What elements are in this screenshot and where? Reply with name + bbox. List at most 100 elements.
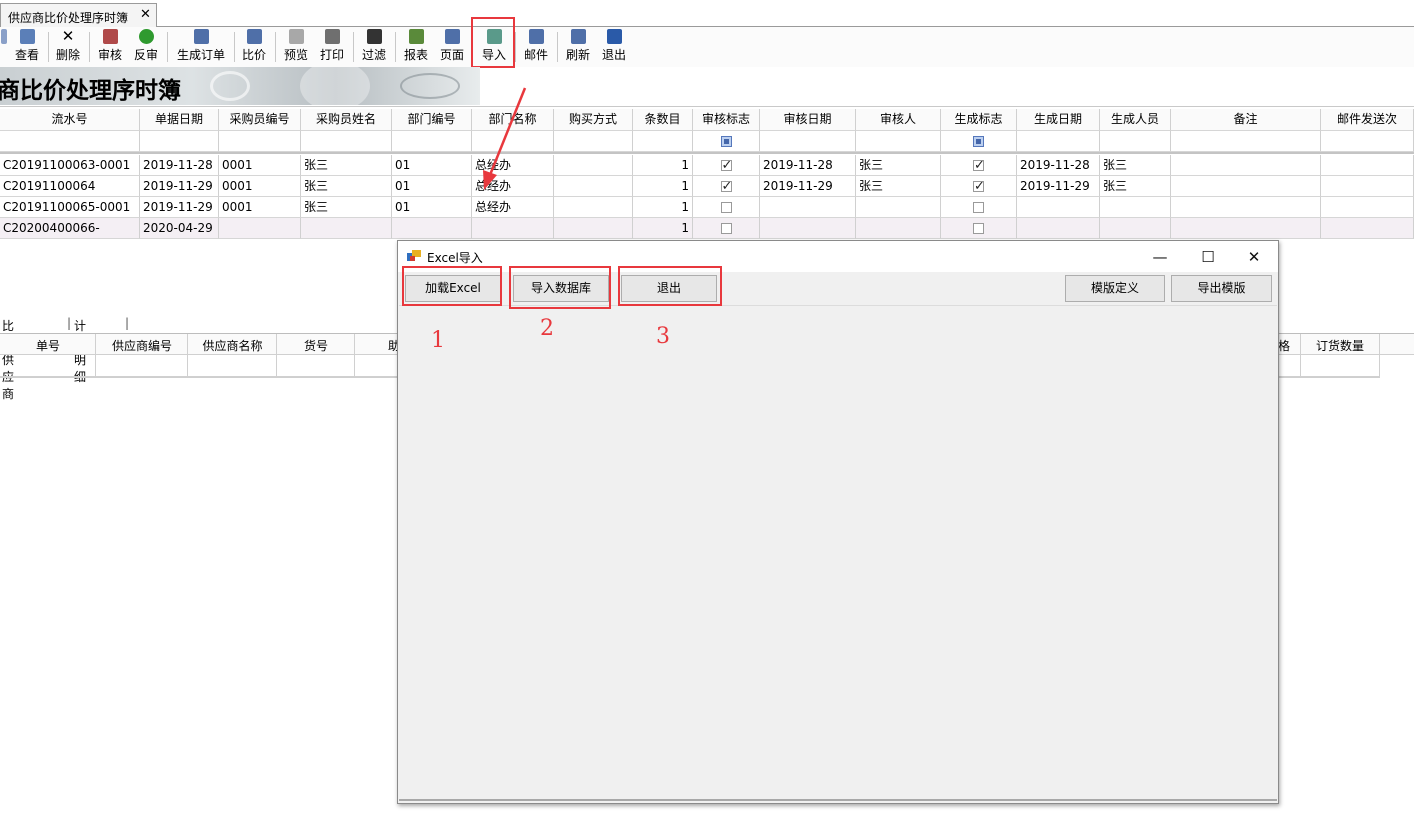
table-cell[interactable]: 总经办 — [472, 176, 554, 197]
column-header[interactable]: 订货数量 — [1301, 337, 1379, 354]
column-header[interactable]: 供应商名称 — [188, 337, 277, 354]
filter-cell[interactable] — [693, 131, 760, 152]
table-cell[interactable]: 张三 — [1100, 176, 1171, 197]
column-header[interactable]: 购买方式 — [554, 109, 633, 131]
table-cell[interactable] — [392, 218, 472, 239]
unaudit-button[interactable]: 反审 — [131, 29, 161, 65]
table-cell[interactable]: 张三 — [301, 197, 392, 218]
close-icon[interactable]: ✕ — [1239, 246, 1269, 268]
table-cell[interactable]: 张三 — [301, 155, 392, 176]
page-button[interactable]: 页面 — [437, 29, 467, 65]
checkbox-cell[interactable] — [693, 176, 760, 197]
table-cell[interactable]: 总经办 — [472, 155, 554, 176]
table-cell[interactable] — [1017, 218, 1100, 239]
checkbox-cell[interactable] — [941, 218, 1017, 239]
table-cell[interactable] — [1171, 155, 1321, 176]
table-cell[interactable]: C20191100064 — [0, 176, 140, 197]
table-cell[interactable] — [1171, 197, 1321, 218]
table-cell[interactable]: 张三 — [856, 155, 941, 176]
preview-button[interactable]: 预览 — [281, 29, 311, 65]
generated-checkbox[interactable] — [973, 156, 985, 175]
table-cell[interactable] — [856, 218, 941, 239]
table-cell[interactable]: 0001 — [219, 197, 301, 218]
table-cell[interactable] — [1100, 197, 1171, 218]
report-button[interactable]: 报表 — [401, 29, 431, 65]
template-define-button[interactable]: 模版定义 — [1065, 275, 1165, 302]
table-cell[interactable] — [1321, 155, 1414, 176]
audit-button[interactable]: 审核 — [95, 29, 125, 65]
column-header[interactable]: 审核日期 — [760, 109, 856, 131]
column-header[interactable]: 单号 — [0, 337, 96, 354]
grid-header-row[interactable]: 流水号 单据日期 采购员编号 采购员姓名 部门编号 部门名称 购买方式 条数目 审核标志 审核日期… — [0, 109, 1414, 131]
table-cell[interactable] — [1100, 218, 1171, 239]
filter-cell[interactable] — [554, 131, 633, 152]
exit-button[interactable]: 退出 — [599, 29, 629, 65]
filter-cell[interactable] — [140, 131, 219, 152]
table-cell[interactable]: 0001 — [219, 155, 301, 176]
column-header[interactable]: 条数目 — [633, 109, 693, 131]
filter-cell[interactable] — [1321, 131, 1414, 152]
column-header[interactable]: 邮件发送次 — [1321, 109, 1414, 131]
column-header[interactable]: 供应商编号 — [96, 337, 188, 354]
table-cell[interactable]: C20200400066- — [0, 218, 140, 239]
table-cell[interactable] — [472, 218, 554, 239]
filter-cell[interactable] — [856, 131, 941, 152]
filter-cell[interactable] — [633, 131, 693, 152]
table-cell[interactable]: 总经办 — [472, 197, 554, 218]
maximize-icon[interactable]: ☐ — [1193, 246, 1223, 268]
column-header[interactable]: 格 — [1278, 337, 1300, 354]
tab-supplier-price-comparison[interactable]: 供应商比价处理序时簿 ✕ — [0, 3, 157, 27]
column-header[interactable]: 生成标志 — [941, 109, 1017, 131]
checkbox-cell[interactable] — [693, 197, 760, 218]
checkbox-cell[interactable] — [693, 155, 760, 176]
view-button[interactable]: 查看 — [12, 29, 42, 65]
table-cell[interactable] — [219, 218, 301, 239]
filter-cell[interactable] — [760, 131, 856, 152]
audit-checkbox[interactable] — [720, 202, 732, 213]
compare-price-button[interactable]: 比价 — [239, 29, 269, 65]
table-cell[interactable]: 0001 — [219, 176, 301, 197]
table-cell[interactable]: C20191100065-0001 — [0, 197, 140, 218]
filter-cell[interactable] — [0, 131, 140, 152]
generate-order-button[interactable]: 生成订单 — [173, 29, 229, 65]
checkbox-cell[interactable] — [693, 218, 760, 239]
filter-cell[interactable] — [1171, 131, 1321, 152]
column-header[interactable]: 货号 — [277, 337, 355, 354]
table-cell[interactable] — [1017, 197, 1100, 218]
column-header[interactable]: 流水号 — [0, 109, 140, 131]
column-header[interactable]: 生成人员 — [1100, 109, 1171, 131]
column-header[interactable]: 部门编号 — [392, 109, 472, 131]
filter-cell[interactable] — [1100, 131, 1171, 152]
filter-cell[interactable] — [941, 131, 1017, 152]
checkbox-cell[interactable] — [941, 155, 1017, 176]
filter-button[interactable]: 过滤 — [359, 29, 389, 65]
table-row[interactable]: C20200400066- 2020-04-29 1 — [0, 218, 1414, 239]
table-row[interactable]: C20191100065-0001 2019-11-29 0001 张三 01 总经办 1 — [0, 197, 1414, 218]
table-cell[interactable] — [554, 218, 633, 239]
table-cell[interactable] — [1321, 197, 1414, 218]
table-cell[interactable] — [1171, 176, 1321, 197]
table-cell[interactable] — [554, 176, 633, 197]
table-cell[interactable]: 2019-11-29 — [1017, 176, 1100, 197]
generated-checkbox[interactable] — [973, 223, 984, 234]
delete-button[interactable]: ✕ 删除 — [53, 29, 83, 65]
table-cell[interactable]: 2019-11-28 — [140, 155, 219, 176]
audit-checkbox[interactable] — [720, 177, 732, 196]
table-cell[interactable]: 1 — [633, 218, 693, 239]
column-header[interactable]: 备注 — [1171, 109, 1321, 131]
table-cell[interactable] — [554, 197, 633, 218]
table-cell[interactable]: 2019-11-29 — [140, 197, 219, 218]
table-cell[interactable]: 2019-11-28 — [1017, 155, 1100, 176]
column-header[interactable]: 部门名称 — [472, 109, 554, 131]
table-cell[interactable] — [554, 155, 633, 176]
column-header[interactable]: 审核标志 — [693, 109, 760, 131]
table-cell[interactable]: 张三 — [1100, 155, 1171, 176]
table-cell[interactable]: 2020-04-29 — [140, 218, 219, 239]
grid-filter-row[interactable] — [0, 131, 1414, 152]
filter-cell[interactable] — [1017, 131, 1100, 152]
table-cell[interactable]: C20191100063-0001 — [0, 155, 140, 176]
column-header[interactable]: 生成日期 — [1017, 109, 1100, 131]
table-cell[interactable]: 01 — [392, 176, 472, 197]
mail-button[interactable]: 邮件 — [521, 29, 551, 65]
table-cell[interactable]: 1 — [633, 197, 693, 218]
